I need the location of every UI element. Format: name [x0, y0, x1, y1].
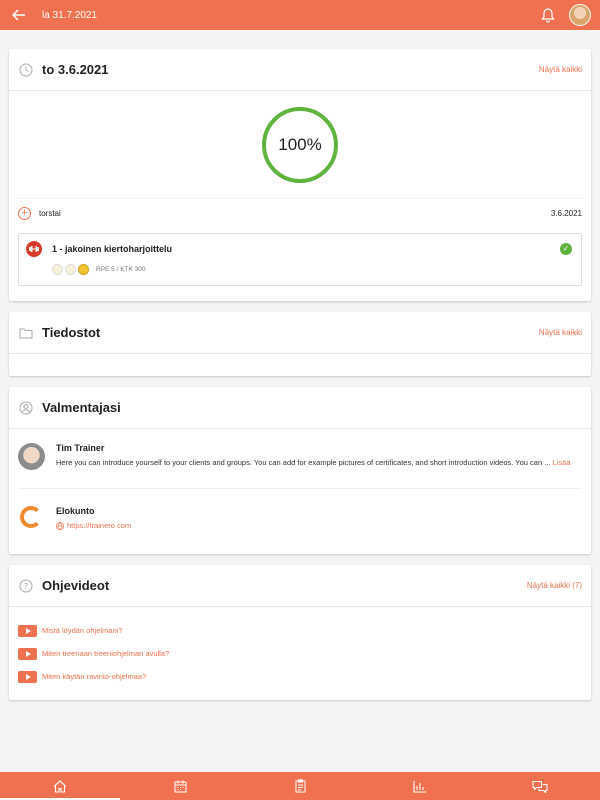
videos-card: ? Ohjevideot Näytä kaikki (7) Mistä löyd…	[9, 565, 591, 700]
files-show-all-link[interactable]: Näytä kaikki	[539, 328, 582, 337]
coach-card: Valmentajasi Tim Trainer Here you can in…	[9, 387, 591, 554]
video-item[interactable]: Miten treenaan treeniohjelman avulla?	[18, 642, 582, 665]
day-label: torstai	[39, 208, 61, 218]
add-icon[interactable]: +	[18, 206, 31, 220]
organization-link[interactable]: https://trainero.com	[56, 521, 131, 530]
user-circle-icon	[18, 400, 34, 416]
workout-meta: RPE 5 / KTK 300	[96, 266, 146, 273]
nav-calendar[interactable]	[120, 772, 240, 800]
organization-logo	[20, 506, 42, 528]
coach-section-title: Valmentajasi	[42, 400, 121, 415]
files-card: Tiedostot Näytä kaikki	[9, 312, 591, 376]
program-show-all-link[interactable]: Näytä kaikki	[539, 65, 582, 74]
video-item[interactable]: Miten käytän ravinto-ohjelmaa?	[18, 665, 582, 688]
nav-statistics[interactable]	[360, 772, 480, 800]
notification-bell-icon[interactable]	[537, 4, 559, 26]
nav-programs[interactable]	[240, 772, 360, 800]
home-icon	[53, 779, 67, 793]
top-bar: la 31.7.2021	[0, 0, 600, 30]
program-title: to 3.6.2021	[42, 62, 109, 77]
folder-icon	[18, 325, 34, 341]
coach-description-text: Here you can introduce yourself to your …	[56, 458, 551, 467]
video-label: Miten käytän ravinto-ohjelmaa?	[42, 672, 147, 681]
progress-value: 100%	[278, 134, 322, 154]
page-title: la 31.7.2021	[42, 9, 98, 21]
progress-section: 100%	[18, 91, 582, 199]
back-arrow-icon[interactable]	[4, 0, 34, 30]
calendar-icon	[174, 780, 186, 792]
videos-card-header: ? Ohjevideot Näytä kaikki (7)	[9, 565, 591, 607]
organization-item: Elokunto https://trainero.com	[18, 489, 582, 543]
day-row: + torstai 3.6.2021	[9, 199, 591, 227]
video-label: Mistä löydän ohjelmani?	[42, 626, 123, 635]
face-neutral-icon	[65, 264, 76, 275]
bottom-nav	[0, 772, 600, 800]
files-title: Tiedostot	[42, 325, 101, 340]
progress-ring: 100%	[262, 106, 338, 183]
program-card: to 3.6.2021 Näytä kaikki 100% + torstai …	[9, 49, 591, 301]
coach-name: Tim Trainer	[56, 443, 105, 453]
coach-card-header: Valmentajasi	[9, 387, 591, 429]
day-date: 3.6.2021	[550, 208, 582, 218]
clipboard-icon	[295, 779, 305, 793]
clock-icon	[18, 62, 34, 78]
play-icon	[18, 647, 37, 660]
play-icon	[18, 624, 37, 637]
bar-chart-icon	[413, 780, 426, 793]
organization-name: Elokunto	[56, 506, 95, 516]
video-item[interactable]: Mistä löydän ohjelmani?	[18, 619, 582, 642]
workout-title: 1 - jakoinen kiertoharjoittelu	[52, 244, 173, 254]
completed-check-icon: ✓	[560, 243, 572, 255]
dumbbell-icon	[26, 241, 42, 257]
video-list: Mistä löydän ohjelmani? Miten treenaan t…	[9, 607, 591, 688]
face-happy-icon	[78, 264, 89, 275]
videos-title: Ohjevideot	[42, 578, 110, 593]
coach-item: Tim Trainer Here you can introduce yours…	[18, 429, 582, 489]
video-label: Miten treenaan treeniohjelman avulla?	[42, 649, 170, 658]
coach-description: Here you can introduce yourself to your …	[56, 457, 576, 468]
files-card-header: Tiedostot Näytä kaikki	[9, 312, 591, 354]
coach-avatar	[18, 443, 45, 470]
nav-home[interactable]	[0, 772, 120, 800]
play-icon	[18, 670, 37, 683]
user-avatar[interactable]	[569, 4, 591, 26]
program-card-header: to 3.6.2021 Näytä kaikki	[9, 49, 591, 91]
chat-icon	[532, 780, 548, 793]
read-more-link[interactable]: Lisää	[553, 458, 571, 467]
help-icon: ?	[18, 578, 34, 594]
globe-icon	[56, 521, 64, 530]
workout-item[interactable]: 1 - jakoinen kiertoharjoittelu ✓ RPE 5 /…	[18, 233, 582, 286]
organization-url: https://trainero.com	[67, 521, 132, 530]
mood-faces	[52, 264, 89, 275]
face-sad-icon	[52, 264, 63, 275]
svg-text:?: ?	[24, 582, 28, 591]
nav-messages[interactable]	[480, 772, 600, 800]
videos-show-all-link[interactable]: Näytä kaikki (7)	[527, 581, 582, 590]
